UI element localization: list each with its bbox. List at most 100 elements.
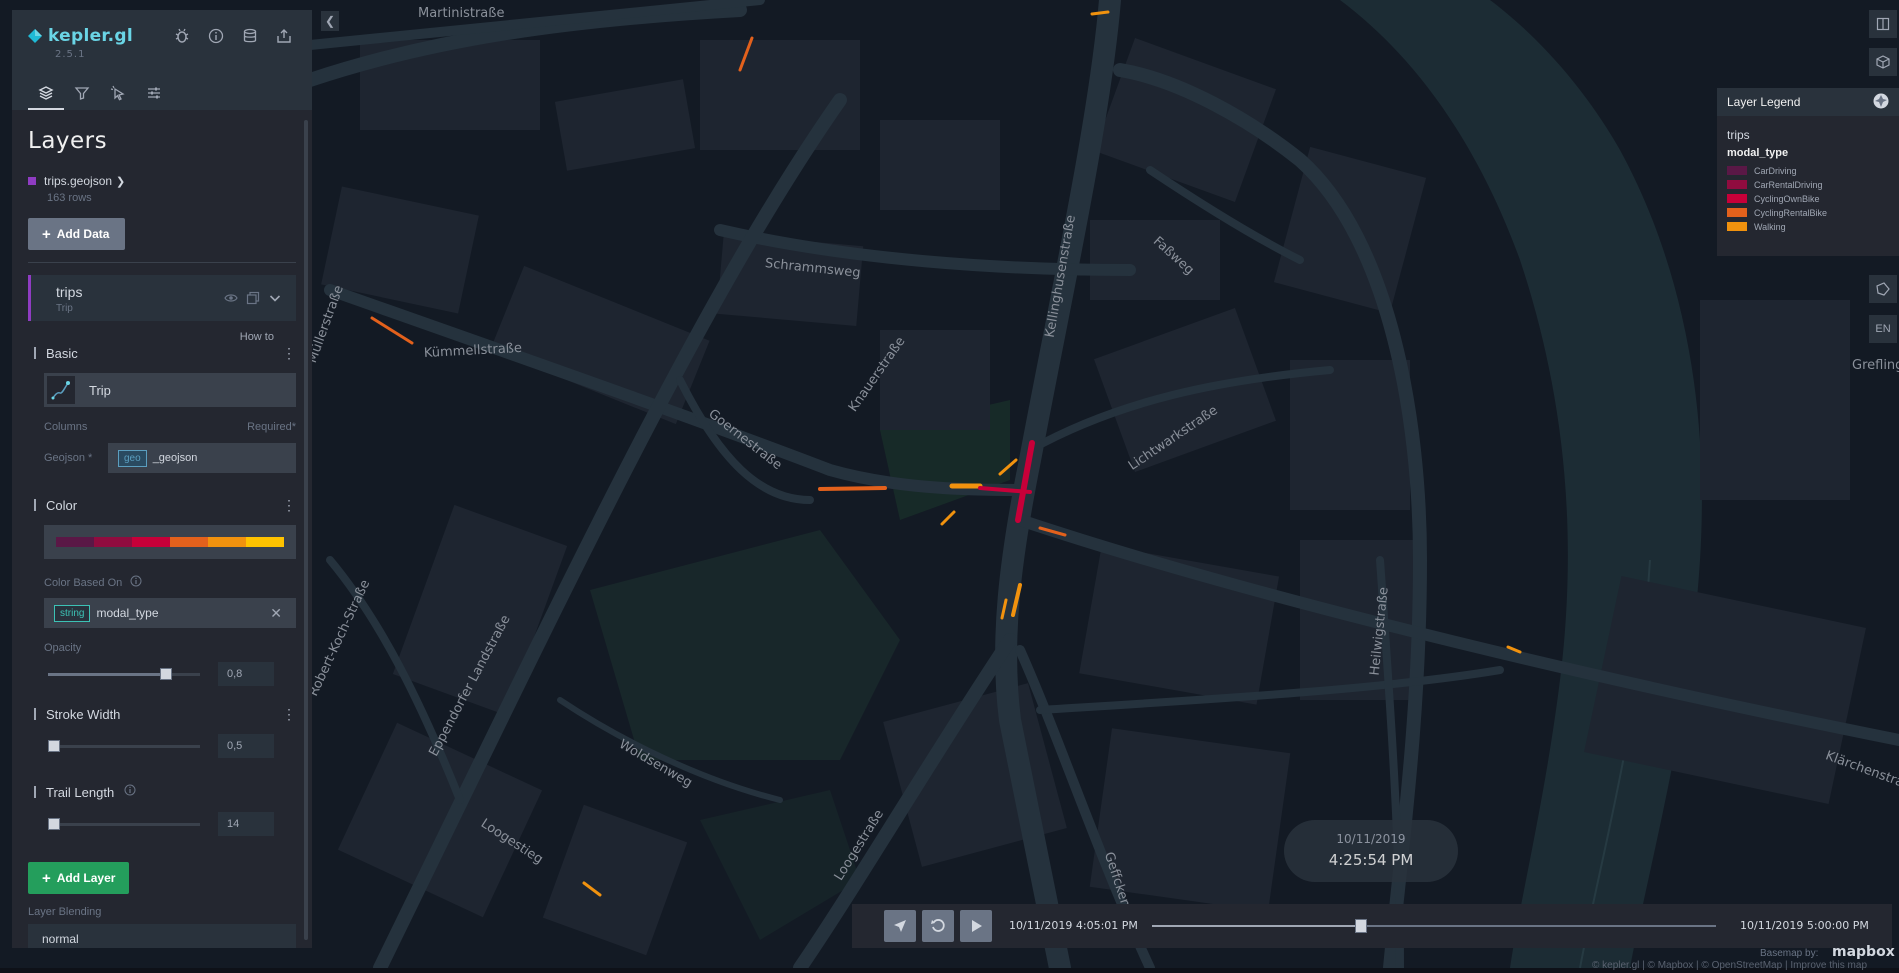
time-slider-handle[interactable] bbox=[1354, 919, 1367, 933]
geojson-label: Geojson * bbox=[44, 452, 93, 464]
legend-item-label: CarRentalDriving bbox=[1754, 179, 1823, 190]
filter-icon bbox=[74, 87, 90, 100]
mapbox-logo[interactable]: mapbox bbox=[1832, 944, 1895, 960]
3d-map-button[interactable] bbox=[1869, 48, 1897, 76]
more-options-icon[interactable]: ⋮ bbox=[282, 706, 296, 723]
add-layer-label: Add Layer bbox=[56, 871, 116, 885]
palette-swatch bbox=[56, 537, 94, 547]
stroke-width-slider[interactable] bbox=[48, 739, 200, 752]
locale-button[interactable]: EN bbox=[1869, 315, 1897, 343]
layer-panel-header[interactable]: trips Trip bbox=[28, 275, 296, 321]
basic-section: How to Basic ⋮ Trip Columns Required* Ge… bbox=[34, 331, 296, 473]
palette-swatch bbox=[208, 537, 246, 547]
map-attribution-links[interactable]: © kepler.gl | © Mapbox | © OpenStreetMap… bbox=[1592, 960, 1867, 971]
tab-interactions[interactable] bbox=[100, 76, 136, 110]
dataset-item[interactable]: trips.geojson ❯ bbox=[28, 174, 296, 188]
legend-item: CarRentalDriving bbox=[1727, 179, 1899, 190]
how-to-link[interactable]: How to bbox=[240, 331, 274, 343]
opacity-slider[interactable] bbox=[48, 667, 200, 680]
bug-report-icon[interactable] bbox=[174, 28, 190, 44]
slider-handle[interactable] bbox=[48, 817, 60, 830]
add-layer-button[interactable]: + Add Layer bbox=[28, 862, 130, 894]
legend-item-label: CyclingOwnBike bbox=[1754, 193, 1820, 204]
geo-type-pill: geo bbox=[118, 449, 147, 467]
time-slider[interactable] bbox=[1152, 919, 1716, 933]
basic-section-title: Basic bbox=[34, 346, 78, 361]
info-icon[interactable] bbox=[130, 575, 142, 590]
legend-layer-name: trips bbox=[1727, 128, 1750, 142]
palette-swatch bbox=[94, 537, 132, 547]
legend-title: Layer Legend bbox=[1727, 95, 1801, 109]
legend-item: CyclingRentalBike bbox=[1727, 207, 1899, 218]
draw-polygon-button[interactable] bbox=[1869, 275, 1897, 303]
app-name: kepler.gl bbox=[48, 26, 134, 46]
opacity-input[interactable]: 0,8 bbox=[218, 662, 274, 686]
loop-button[interactable] bbox=[922, 910, 954, 942]
panel-header: kepler.gl 2.5.1 bbox=[12, 10, 312, 110]
legend-item-label: Walking bbox=[1754, 221, 1786, 232]
split-map-button[interactable] bbox=[1869, 10, 1897, 38]
dataset-color-swatch bbox=[28, 177, 36, 185]
panel-scrollbar[interactable] bbox=[304, 120, 308, 940]
layer-type-selector[interactable]: Trip bbox=[44, 373, 296, 407]
current-date: 10/11/2019 bbox=[1336, 832, 1406, 846]
collapse-sidebar-button[interactable]: ❮ bbox=[321, 11, 339, 31]
trail-length-input[interactable]: 14 bbox=[218, 812, 274, 836]
map-street-label: Martinistraße bbox=[418, 6, 505, 21]
more-options-icon[interactable]: ⋮ bbox=[282, 497, 296, 514]
geojson-column-select[interactable]: geo _geojson bbox=[108, 443, 296, 473]
draw-polygon-icon bbox=[1876, 282, 1890, 296]
chevron-down-icon[interactable] bbox=[268, 291, 282, 310]
add-data-label: Add Data bbox=[56, 227, 110, 241]
database-icon[interactable] bbox=[242, 28, 258, 44]
close-icon[interactable]: ✕ bbox=[270, 605, 282, 622]
more-options-icon[interactable]: ⋮ bbox=[282, 345, 296, 362]
color-field-select[interactable]: string modal_type ✕ bbox=[44, 598, 296, 628]
split-map-icon bbox=[1876, 17, 1890, 31]
plus-icon: + bbox=[42, 869, 51, 887]
time-display: 10/11/2019 4:25:54 PM bbox=[1284, 820, 1458, 882]
color-palette-selector[interactable] bbox=[44, 525, 296, 559]
trail-length-section: Trail Length 14 bbox=[34, 782, 296, 836]
play-icon bbox=[972, 920, 982, 932]
palette-swatch bbox=[170, 537, 208, 547]
tab-filters[interactable] bbox=[64, 76, 100, 110]
dataset-name: trips.geojson bbox=[44, 174, 113, 188]
trail-length-title: Trail Length bbox=[34, 785, 114, 800]
layer-title: trips bbox=[56, 284, 83, 300]
add-data-button[interactable]: + Add Data bbox=[28, 218, 126, 250]
app-logo: kepler.gl bbox=[28, 26, 133, 46]
share-icon[interactable] bbox=[276, 28, 292, 44]
tab-layers[interactable] bbox=[28, 76, 64, 110]
layers-icon bbox=[38, 86, 54, 100]
chevron-left-icon: ❮ bbox=[324, 14, 336, 28]
close-legend-icon[interactable] bbox=[1873, 93, 1889, 112]
app-version: 2.5.1 bbox=[55, 49, 86, 60]
kepler-logo-icon bbox=[28, 29, 42, 43]
locale-label: EN bbox=[1875, 323, 1891, 335]
layer-legend: Layer Legend trips modal_type CarDriving… bbox=[1717, 88, 1899, 256]
trail-length-slider[interactable] bbox=[48, 817, 200, 830]
legend-color-swatch bbox=[1727, 180, 1747, 189]
panel-tabs bbox=[28, 76, 172, 110]
plus-icon: + bbox=[42, 225, 51, 243]
info-icon[interactable] bbox=[124, 783, 136, 801]
legend-item: Walking bbox=[1727, 221, 1899, 232]
legend-color-swatch bbox=[1727, 166, 1747, 175]
slider-handle[interactable] bbox=[48, 739, 60, 752]
eye-icon[interactable] bbox=[224, 291, 238, 310]
stroke-width-input[interactable]: 0,5 bbox=[218, 734, 274, 758]
color-field-value: modal_type bbox=[96, 606, 159, 620]
speed-button[interactable] bbox=[884, 910, 916, 942]
opacity-label: Opacity bbox=[44, 642, 82, 654]
info-icon[interactable] bbox=[208, 28, 224, 44]
legend-color-swatch bbox=[1727, 208, 1747, 217]
tab-map-settings[interactable] bbox=[136, 76, 172, 110]
play-button[interactable] bbox=[960, 910, 992, 942]
layer-blending-select[interactable]: normal bbox=[28, 924, 296, 948]
legend-item-label: CyclingRentalBike bbox=[1754, 207, 1828, 218]
duplicate-icon[interactable] bbox=[246, 291, 260, 310]
slider-handle[interactable] bbox=[160, 667, 172, 680]
time-playback-control: 10/11/2019 4:05:01 PM 10/11/2019 5:00:00… bbox=[852, 904, 1892, 948]
string-type-pill: string bbox=[54, 604, 91, 622]
